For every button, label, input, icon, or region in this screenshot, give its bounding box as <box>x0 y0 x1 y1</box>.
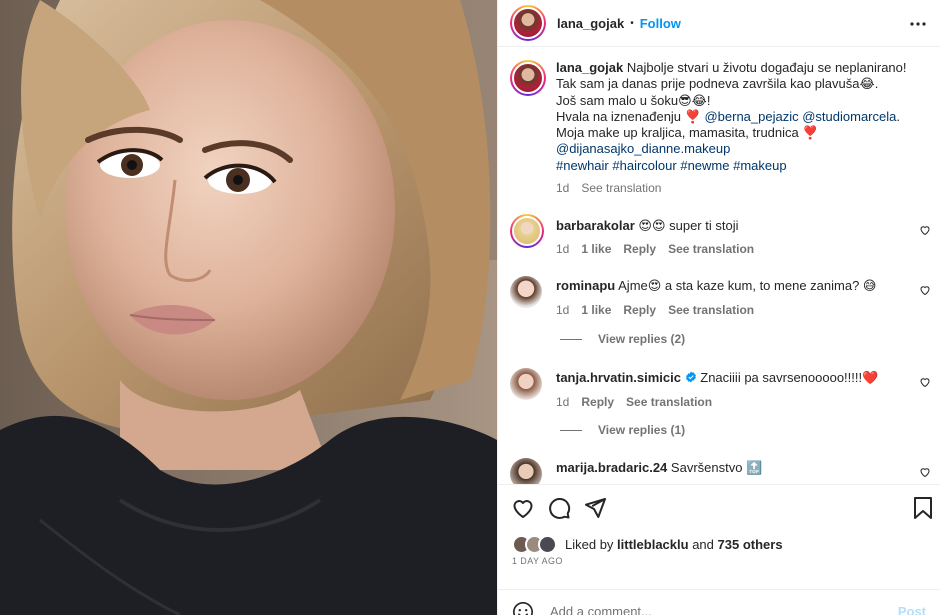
comment-time: 1d <box>556 242 570 257</box>
likes-count[interactable]: 735 others <box>718 537 783 552</box>
comment-text: Znaciiii pa savrsenooooo!!!!!❤️ <box>700 370 879 385</box>
author-username[interactable]: lana_gojak <box>557 16 624 31</box>
comment-username[interactable]: rominapu <box>556 278 615 293</box>
comment: marija.bradaric.24 Savršenstvo 🔝 <box>510 458 931 484</box>
view-replies-label: View replies (2) <box>598 332 686 346</box>
add-comment-bar: Post <box>498 589 940 615</box>
portrait-illustration <box>0 0 497 615</box>
comment-text: Savršenstvo 🔝 <box>670 460 763 475</box>
bookmark-save-icon[interactable] <box>912 496 934 520</box>
comment: rominapu Ajme😍 a sta kaze kum, to mene z… <box>510 276 931 319</box>
post-time-ago: 1 DAY AGO <box>512 556 563 566</box>
mention-link[interactable]: @studiomarcela <box>802 109 896 124</box>
reply-button[interactable]: Reply <box>623 241 656 257</box>
comment-like-heart-icon[interactable] <box>919 466 931 478</box>
see-translation-button[interactable]: See translation <box>581 180 661 196</box>
liked-by-summary[interactable]: Liked by littleblacklu and 735 others <box>512 535 783 554</box>
emoji-smiley-icon[interactable] <box>512 601 534 615</box>
caption-author-avatar[interactable] <box>510 60 546 96</box>
post-header: lana_gojak • Follow <box>498 0 940 47</box>
hashtag-link[interactable]: #haircolour <box>612 158 676 173</box>
liker-avatars <box>512 535 557 554</box>
mention-link[interactable]: @dijanasajko_dianne.makeup <box>556 141 730 156</box>
replies-divider <box>560 338 582 340</box>
liked-by-username[interactable]: littleblacklu <box>617 537 689 552</box>
comments-list[interactable]: lana_gojak Najbolje stvari u životu doga… <box>498 48 940 484</box>
view-replies-button[interactable]: View replies (1) <box>560 423 685 437</box>
comment: tanja.hrvatin.simicic Znaciiii pa savrse… <box>510 368 931 411</box>
share-send-icon[interactable] <box>583 496 607 520</box>
liked-by-prefix: Liked by <box>565 537 614 552</box>
post-side-panel: lana_gojak • Follow lana_gojak Najbolje … <box>497 0 940 615</box>
comment-bubble-icon[interactable] <box>547 496 571 520</box>
caption-username[interactable]: lana_gojak <box>556 60 623 75</box>
comment-like-heart-icon[interactable] <box>919 224 931 236</box>
caption-period: . <box>896 108 900 124</box>
caption-line: Tak sam ja danas prije podneva završila … <box>556 76 879 92</box>
see-translation-button[interactable]: See translation <box>626 394 712 410</box>
commenter-avatar[interactable] <box>510 214 544 248</box>
liked-by-and: and <box>692 537 714 552</box>
separator-dot: • <box>630 17 634 29</box>
comment-time: 1d <box>556 303 570 318</box>
post-photo[interactable] <box>0 0 497 615</box>
commenter-avatar[interactable] <box>510 458 542 484</box>
comment: barbarakolar 😍😍 super ti stoji 1d 1 like… <box>510 214 931 258</box>
caption-line: Najbolje stvari u životu događaju se nep… <box>626 60 907 75</box>
caption: lana_gojak Najbolje stvari u životu doga… <box>510 60 928 196</box>
view-replies-button[interactable]: View replies (2) <box>560 332 685 346</box>
post-comment-button[interactable]: Post <box>898 604 926 615</box>
hashtag-link[interactable]: #newme <box>680 158 729 173</box>
caption-time: 1d <box>556 181 570 196</box>
reply-button[interactable]: Reply <box>581 394 614 410</box>
comment-like-heart-icon[interactable] <box>919 284 931 296</box>
comment-input[interactable] <box>550 604 898 615</box>
see-translation-button[interactable]: See translation <box>668 241 754 257</box>
commenter-avatar[interactable] <box>510 368 542 400</box>
caption-line: Moja make up kraljica, mamasita, trudnic… <box>556 125 819 141</box>
hashtag-link[interactable]: #newhair <box>556 158 609 173</box>
comment-time: 1d <box>556 395 570 410</box>
mention-link[interactable]: @berna_pejazic <box>704 109 798 124</box>
see-translation-button[interactable]: See translation <box>668 302 754 318</box>
caption-thanks: Hvala na iznenađenju ❣️ <box>556 108 705 124</box>
more-options-icon[interactable] <box>904 10 932 38</box>
comment-username[interactable]: marija.bradaric.24 <box>556 460 667 475</box>
author-avatar[interactable] <box>510 5 546 41</box>
comment-like-heart-icon[interactable] <box>919 376 931 388</box>
comment-username[interactable]: tanja.hrvatin.simicic <box>556 370 681 385</box>
commenter-avatar[interactable] <box>510 276 542 308</box>
view-replies-label: View replies (1) <box>598 423 686 437</box>
post-actions: Liked by littleblacklu and 735 others 1 … <box>498 484 940 615</box>
comment-text: 😍😍 super ti stoji <box>638 218 739 233</box>
reply-button[interactable]: Reply <box>623 302 656 318</box>
verified-badge-icon <box>685 371 696 383</box>
comment-username[interactable]: barbarakolar <box>556 218 635 233</box>
comment-likes[interactable]: 1 like <box>581 241 611 257</box>
hashtag-link[interactable]: #makeup <box>733 158 786 173</box>
replies-divider <box>560 429 582 431</box>
like-heart-icon[interactable] <box>511 496 535 520</box>
caption-line: Još sam malo u šoku😎😂! <box>556 92 711 108</box>
comment-text: Ajme😍 a sta kaze kum, to mene zanima? 😅 <box>618 278 877 293</box>
follow-button[interactable]: Follow <box>640 16 681 31</box>
comment-likes[interactable]: 1 like <box>581 302 611 318</box>
